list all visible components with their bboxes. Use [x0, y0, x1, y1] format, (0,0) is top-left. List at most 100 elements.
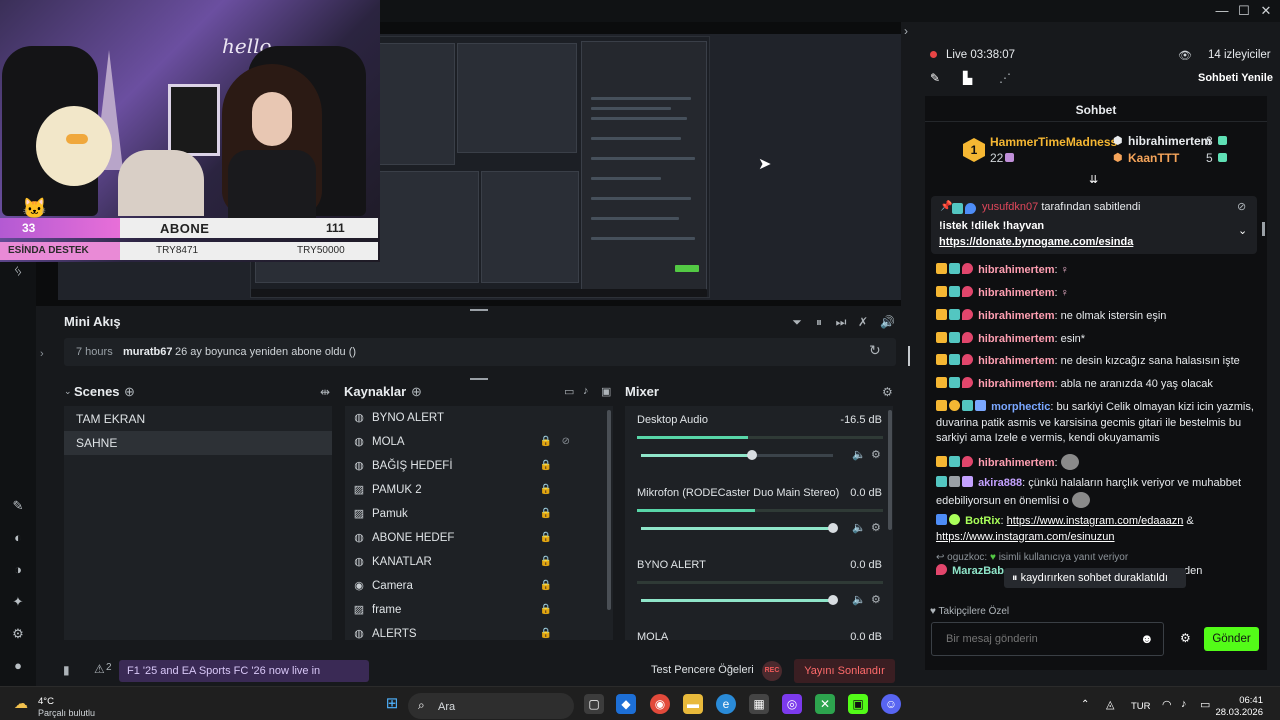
dashboard-icon[interactable]: ▙	[963, 71, 972, 85]
clock-date[interactable]: 28.03.2026	[1210, 707, 1263, 718]
chat-username[interactable]: MarazBab	[952, 565, 1004, 577]
app-store-icon[interactable]: ◑	[10, 562, 26, 578]
source-folder-icon[interactable]: ▣	[601, 385, 611, 398]
alert-icon[interactable]: ⚠	[94, 662, 105, 676]
chat-message[interactable]: hibrahimertem: abla ne aranızda 40 yaş o…	[936, 377, 1256, 393]
volume-slider[interactable]	[641, 450, 833, 460]
send-button[interactable]: Gönder	[1204, 627, 1259, 651]
chat-message[interactable]: hibrahimertem: ♀	[936, 263, 1256, 279]
scene-transition-icon[interactable]: ⇹	[320, 385, 330, 399]
test-widgets-button[interactable]: Test Pencere Öğeleri	[651, 664, 754, 676]
leaderboard-name-2[interactable]: hibrahimertem	[1128, 134, 1211, 148]
source-window-icon[interactable]: ▭	[564, 385, 574, 398]
pinned-link[interactable]: https://donate.bynogame.com/esinda	[939, 236, 1133, 248]
chat-message[interactable]: hibrahimertem: ♀	[936, 286, 1256, 302]
profile-icon[interactable]: ●	[10, 658, 26, 674]
chat-message[interactable]: morphectic: bu sarkiyi Celik olmayan kiz…	[936, 400, 1256, 447]
source-item[interactable]: ◍ ALERTS 🔒	[352, 623, 602, 645]
chevron-down-icon[interactable]: ⌄	[1238, 224, 1247, 237]
lock-icon[interactable]: 🔒	[540, 575, 552, 597]
chat-input[interactable]	[931, 622, 1164, 656]
pinned-user[interactable]: yusufdkn07	[982, 201, 1038, 213]
source-item[interactable]: ▨ PAMUK 2 🔒	[352, 479, 602, 501]
stats-icon[interactable]: ▮	[63, 663, 70, 677]
volume-icon[interactable]: 🔊	[880, 315, 895, 329]
weather-temp[interactable]: 4°C	[38, 696, 54, 707]
editor-icon[interactable]: ✎	[10, 498, 26, 514]
store-icon[interactable]: ▦	[749, 694, 769, 714]
gear-icon[interactable]: ⚙	[871, 593, 881, 606]
chat-scrollbar[interactable]	[1262, 222, 1265, 236]
end-stream-button[interactable]: Yayını Sonlandır	[794, 659, 895, 683]
chat-settings-icon[interactable]: ⚙	[1180, 631, 1191, 645]
chat-username[interactable]: hibrahimertem	[978, 378, 1054, 390]
taskbar-search[interactable]	[408, 693, 574, 719]
chat-username[interactable]: BotRix	[965, 515, 1000, 527]
language-indicator[interactable]: TUR	[1131, 701, 1151, 712]
source-item[interactable]: ◍ BAĞIŞ HEDEFİ 🔒	[352, 455, 602, 477]
source-item[interactable]: ◍ ABONE HEDEF 🔒	[352, 527, 602, 549]
chat-message[interactable]: hibrahimertem:	[936, 454, 1256, 472]
chat-username[interactable]: hibrahimertem	[978, 457, 1054, 469]
source-item[interactable]: ◍ MOLA 🔒 ⊘	[352, 431, 602, 453]
chat-paused-banner[interactable]: ⏸ kaydırırken sohbet duraklatıldı	[1004, 568, 1186, 588]
chrome-icon[interactable]: ◉	[650, 694, 670, 714]
share-icon[interactable]: ⋰	[999, 71, 1011, 85]
skip-icon[interactable]: ⏭	[834, 315, 848, 330]
clock-time[interactable]: 06:41	[1227, 695, 1263, 706]
leaderboard-name-1[interactable]: HammerTimeMadness	[990, 135, 1117, 149]
highlighter-icon[interactable]: ✦	[10, 594, 26, 610]
refresh-chat-button[interactable]: Sohbeti Yenile	[1198, 72, 1273, 84]
collapse-chat-icon[interactable]: ›	[904, 24, 908, 38]
chat-message[interactable]: BotRix: https://www.instagram.com/edaaaz…	[936, 514, 1256, 545]
chat-username[interactable]: morphectic	[991, 401, 1050, 413]
mute-alerts-icon[interactable]: ✗	[856, 315, 870, 329]
speaker-icon[interactable]: 🔈	[852, 521, 866, 534]
app-icon[interactable]: ◎	[782, 694, 802, 714]
chat-message[interactable]: hibrahimertem: ne olmak istersin eşin	[936, 309, 1256, 325]
add-scene-icon[interactable]: ⊕	[124, 384, 135, 400]
scene-item-sahne[interactable]: SAHNE	[64, 431, 332, 455]
lock-icon[interactable]: 🔒	[540, 479, 552, 501]
settings-icon[interactable]: ⚙	[10, 626, 26, 642]
lock-icon[interactable]: 🔒	[540, 455, 552, 477]
resize-handle[interactable]	[470, 378, 488, 380]
lock-icon[interactable]: 🔒	[540, 599, 552, 621]
wifi-icon[interactable]: ◠	[1162, 698, 1172, 711]
lock-icon[interactable]: 🔒	[540, 431, 552, 453]
filter-icon[interactable]: ⏷	[790, 315, 804, 330]
chat-username[interactable]: hibrahimertem	[978, 264, 1054, 276]
leaderboard-name-3[interactable]: KaanTTT	[1128, 151, 1179, 165]
chat-username[interactable]: hibrahimertem	[978, 287, 1054, 299]
highlighter-notice[interactable]: F1 '25 and EA Sports FC '26 now live in …	[119, 660, 369, 699]
streaming-app-icon[interactable]: ▣	[848, 694, 868, 714]
edit-stream-icon[interactable]: ✎	[930, 71, 940, 85]
chat-username[interactable]: hibrahimertem	[978, 355, 1054, 367]
mixer-settings-icon[interactable]: ⚙	[882, 385, 893, 399]
lock-icon[interactable]: 🔒	[540, 503, 552, 525]
weather-icon[interactable]: ☁	[14, 695, 28, 712]
volume-slider[interactable]	[641, 595, 838, 605]
volume-knob[interactable]	[828, 595, 838, 605]
source-item[interactable]: ▨ Pamuk 🔒	[352, 503, 602, 525]
chat-message[interactable]: akira888: çünkü halaların harçlık veriyo…	[936, 476, 1256, 509]
sources-scrollbar[interactable]	[607, 410, 611, 610]
chat-message[interactable]: hibrahimertem: esin*	[936, 332, 1256, 348]
source-item[interactable]: ◉ Camera 🔒	[352, 575, 602, 597]
battery-icon[interactable]: ▭	[1200, 698, 1210, 711]
chat-link[interactable]: https://www.instagram.com/edaaazn	[1007, 515, 1184, 527]
chat-username[interactable]: hibrahimertem	[978, 310, 1054, 322]
volume-slider[interactable]	[641, 523, 838, 533]
themes-icon[interactable]: ◐	[10, 530, 26, 546]
source-item[interactable]: ◍ BYNO ALERT	[352, 407, 602, 429]
windows-start-icon[interactable]: ⊞	[382, 694, 402, 714]
discord-icon[interactable]: ☺	[881, 694, 901, 714]
speaker-icon[interactable]: 🔈	[852, 448, 866, 461]
hidden-eye-icon[interactable]: ⊘	[562, 431, 570, 453]
collapse-leaderboard-icon[interactable]: ⇊	[1089, 173, 1098, 186]
source-audio-icon[interactable]: ♪	[583, 385, 589, 397]
replay-icon[interactable]: ↻	[869, 342, 881, 359]
reply-user[interactable]: oguzkoc:	[947, 552, 987, 563]
pause-icon[interactable]: ⏸	[812, 315, 826, 330]
unpin-icon[interactable]: ⊘	[1237, 200, 1246, 213]
